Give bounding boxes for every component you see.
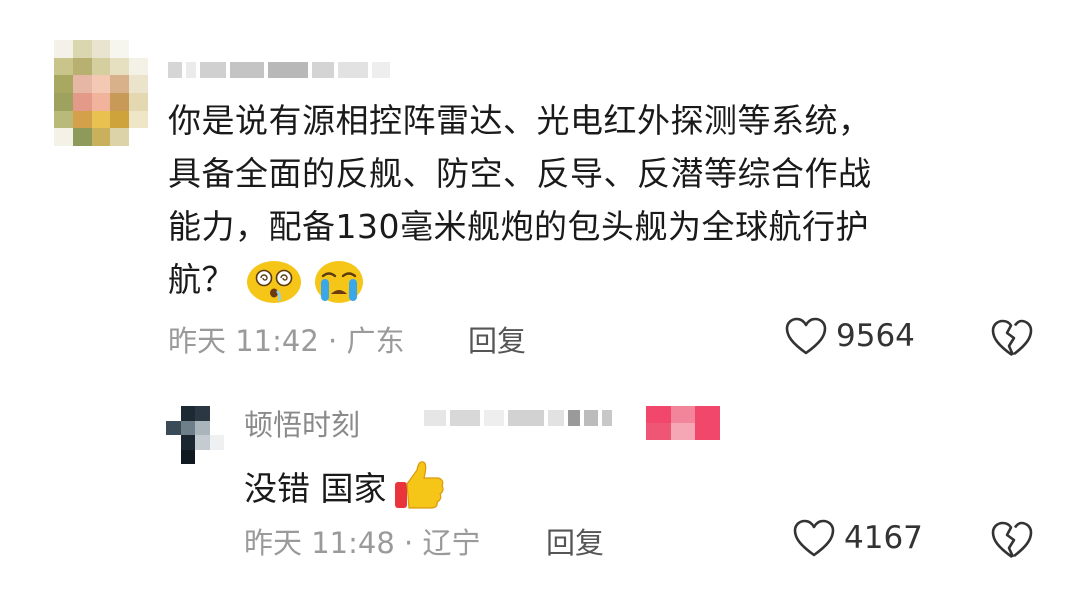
reply-button[interactable]: 回复 bbox=[468, 318, 526, 360]
comment-line: 你是说有源相控阵雷达、光电红外探测等系统， bbox=[168, 101, 872, 140]
like-count: 4167 bbox=[844, 520, 923, 556]
broken-heart-icon bbox=[991, 319, 1033, 357]
dizzy-face-emoji bbox=[247, 260, 301, 303]
heart-outline-icon bbox=[793, 519, 835, 557]
like-button[interactable]: 9564 bbox=[784, 316, 915, 356]
reply-body: 没错 国家 bbox=[244, 458, 447, 514]
reply-avatar[interactable] bbox=[166, 406, 224, 464]
reply-timestamp-location: 昨天 11:48 · 辽宁 bbox=[244, 526, 481, 560]
comment-line: 能力，配备130毫米舰炮的包头舰为全球航行护 bbox=[168, 207, 869, 246]
broken-heart-icon bbox=[991, 521, 1033, 559]
comment-body: 你是说有源相控阵雷达、光电红外探测等系统， 具备全面的反舰、防空、反导、反潜等综… bbox=[168, 94, 872, 306]
author-badge-blurred bbox=[646, 406, 720, 440]
reply-target-blurred bbox=[424, 410, 612, 426]
thumbs-up-emoji bbox=[394, 461, 444, 509]
reply-button[interactable]: 回复 bbox=[546, 520, 604, 562]
reply-like-button[interactable]: 4167 bbox=[792, 518, 923, 558]
reply-author-name[interactable]: 顿悟时刻 bbox=[244, 402, 360, 444]
avatar[interactable] bbox=[54, 40, 148, 146]
like-count: 9564 bbox=[836, 318, 915, 354]
dislike-button[interactable] bbox=[990, 318, 1034, 358]
comment-timestamp-location: 昨天 11:42 · 广东 bbox=[168, 324, 405, 358]
comment-line: 具备全面的反舰、防空、反导、反潜等综合作战 bbox=[168, 154, 872, 193]
reply-text: 没错 国家 bbox=[244, 469, 387, 508]
heart-outline-icon bbox=[785, 317, 827, 355]
crying-face-emoji bbox=[315, 260, 363, 303]
reply-dislike-button[interactable] bbox=[990, 520, 1034, 560]
username-blurred[interactable] bbox=[168, 62, 390, 78]
comment-line-last: 航？ bbox=[168, 253, 872, 306]
